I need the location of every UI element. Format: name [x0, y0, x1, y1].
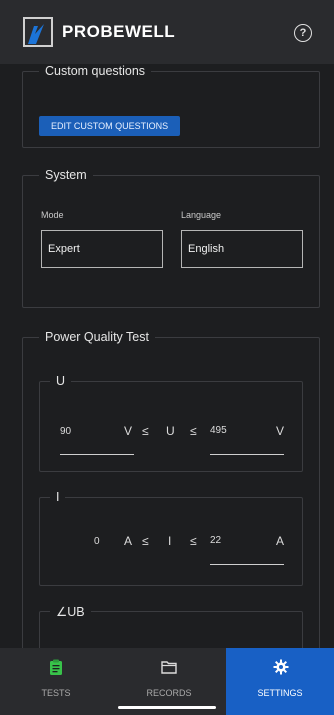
custom-questions-section: Custom questions EDIT CUSTOM QUESTIONS [22, 64, 320, 148]
voltage-min-value[interactable]: 90 [60, 426, 71, 437]
nav-records-label: RECORDS [146, 688, 192, 698]
edit-custom-questions-button[interactable]: EDIT CUSTOM QUESTIONS [39, 116, 181, 136]
current-range-row: 0 A ≤ I ≤ 22 A [40, 534, 302, 558]
section-title-custom-questions: Custom questions [45, 64, 146, 78]
current-unit-left: A [124, 534, 133, 548]
nav-records[interactable]: RECORDS [112, 648, 226, 715]
voltage-range-row: 90 V ≤ U ≤ 495 V [40, 424, 302, 448]
mode-select[interactable]: Expert [41, 230, 163, 268]
voltage-legend: U [56, 374, 66, 388]
nav-settings[interactable]: SETTINGS [226, 648, 334, 715]
le-symbol: ≤ [142, 424, 149, 438]
section-title-power-quality: Power Quality Test [45, 330, 149, 344]
le-symbol: ≤ [190, 534, 197, 548]
bottom-nav: TESTS RECORDS SETTINGS [0, 648, 334, 715]
current-max-underline [210, 564, 284, 565]
voltage-unit-right: V [276, 424, 285, 438]
angle-range-group: ∠UB [39, 604, 303, 648]
current-unit-right: A [276, 534, 285, 548]
mode-label: Mode [41, 210, 64, 220]
current-range-group: I 0 A ≤ I ≤ 22 A [39, 490, 303, 586]
power-quality-section: Power Quality Test U 90 V ≤ U ≤ 495 V I … [22, 330, 320, 648]
app-header: PROBEWELL ? [0, 0, 334, 64]
nav-tests-label: TESTS [41, 688, 71, 698]
angle-legend: ∠UB [56, 605, 85, 619]
le-symbol: ≤ [142, 534, 149, 548]
nav-tests[interactable]: TESTS [0, 648, 112, 715]
help-icon[interactable]: ? [294, 24, 312, 42]
folder-icon [161, 661, 177, 674]
language-select[interactable]: English [181, 230, 303, 268]
current-max-value[interactable]: 22 [210, 535, 221, 546]
current-min-value[interactable]: 0 [94, 536, 100, 547]
home-indicator[interactable] [118, 706, 216, 709]
voltage-max-underline [210, 454, 284, 455]
current-legend: I [56, 490, 60, 504]
voltage-min-underline [60, 454, 134, 455]
current-symbol: I [168, 534, 172, 548]
voltage-range-group: U 90 V ≤ U ≤ 495 V [39, 374, 303, 472]
brand-name: PROBEWELL [62, 22, 176, 41]
language-label: Language [181, 210, 222, 220]
gear-icon [273, 659, 289, 675]
probewell-logo-icon [23, 17, 53, 47]
system-section: System Mode Expert Language English [22, 168, 320, 308]
voltage-symbol: U [166, 424, 175, 438]
section-title-system: System [45, 168, 87, 182]
le-symbol: ≤ [190, 424, 197, 438]
clipboard-icon [50, 659, 62, 675]
voltage-unit-left: V [124, 424, 133, 438]
settings-content[interactable]: Custom questions EDIT CUSTOM QUESTIONS S… [0, 64, 334, 648]
nav-settings-label: SETTINGS [257, 688, 303, 698]
voltage-max-value[interactable]: 495 [210, 425, 227, 436]
